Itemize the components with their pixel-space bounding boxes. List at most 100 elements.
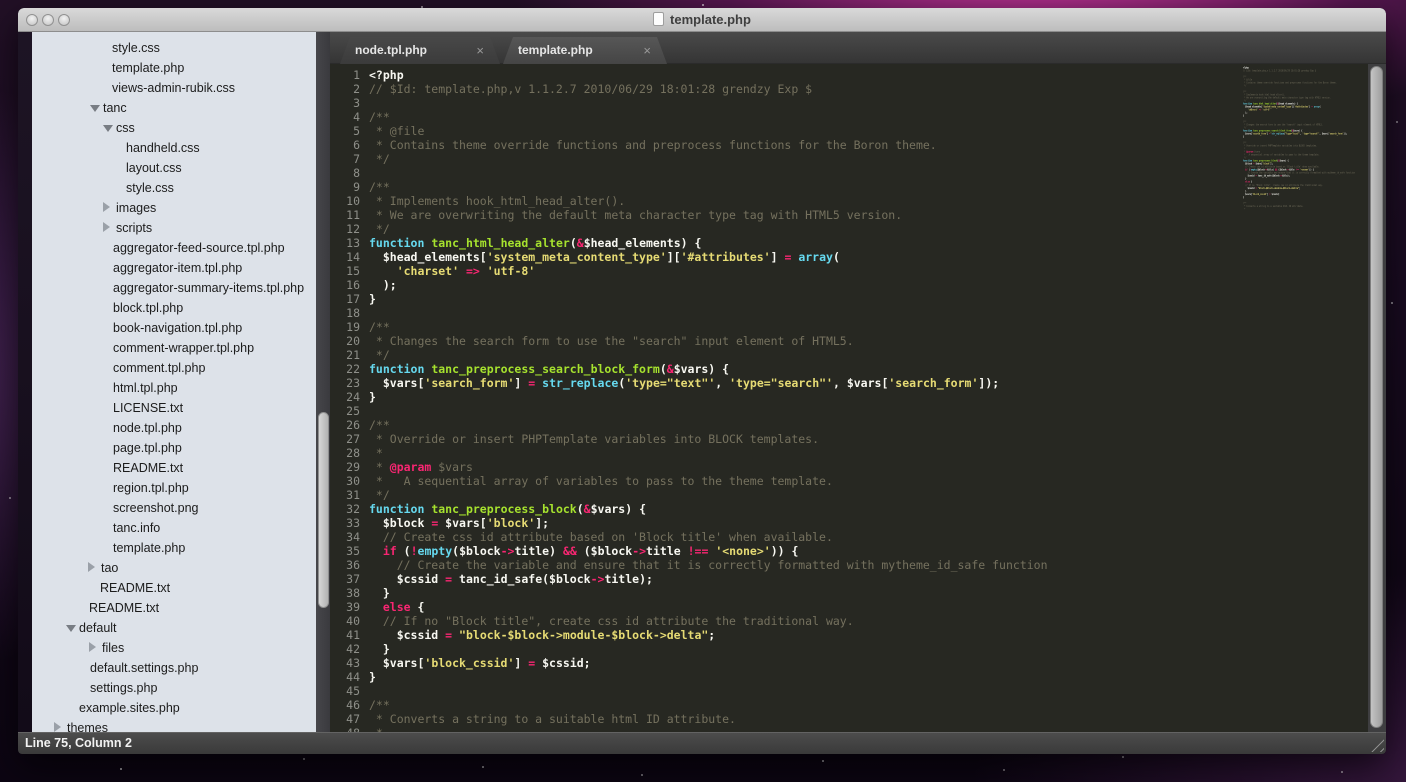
tab-close-icon[interactable]: × [643,37,651,64]
sidebar-item-label: README.txt [89,601,159,615]
sidebar-item-template-php[interactable]: template.php [32,538,316,558]
sidebar-item-aggregator-summary-items-tpl-php[interactable]: aggregator-summary-items.tpl.php [32,278,316,298]
code-line: 43 $vars['block_cssid'] = $cssid; [330,656,1048,670]
disclosure-open-icon[interactable] [90,105,100,112]
sidebar-item-scripts[interactable]: scripts [32,218,316,238]
line-number: 8 [330,166,360,180]
sidebar-item-label: comment.tpl.php [113,361,205,375]
sidebar-item-label: tanc [103,101,127,115]
sidebar-item-html-tpl-php[interactable]: html.tpl.php [32,378,316,398]
sidebar-item-views-admin-rubik-css[interactable]: views-admin-rubik.css [32,78,316,98]
line-number: 15 [330,264,360,278]
sidebar-item-style-css[interactable]: style.css [32,178,316,198]
status-bar: Line 75, Column 2 [18,732,1386,754]
line-number: 27 [330,432,360,446]
sidebar-item-css[interactable]: css [32,118,316,138]
line-number: 47 [330,712,360,726]
editor-scrollbar-thumb[interactable] [1370,66,1383,728]
tab-node-tpl-php[interactable]: node.tpl.php× [340,37,500,64]
window-left-gutter [18,32,32,732]
sidebar-item-tao[interactable]: tao [32,558,316,578]
disclosure-closed-icon[interactable] [89,642,96,652]
sidebar-item-label: files [102,641,124,655]
disclosure-closed-icon[interactable] [54,722,61,732]
line-number: 2 [330,82,360,96]
sidebar-item-label: book-navigation.tpl.php [113,321,242,335]
sidebar-item-readme-txt[interactable]: README.txt [32,598,316,618]
sidebar-item-label: template.php [112,61,184,75]
line-number: 46 [330,698,360,712]
code-line: 17} [330,292,1048,306]
code-line: 8 [330,166,1048,180]
sidebar-item-aggregator-feed-source-tpl-php[interactable]: aggregator-feed-source.tpl.php [32,238,316,258]
minimap[interactable]: <?php// $Id: template.php,v 1.1.2.7 2010… [1243,66,1368,726]
sidebar-item-aggregator-item-tpl-php[interactable]: aggregator-item.tpl.php [32,258,316,278]
disclosure-open-icon[interactable] [66,625,76,632]
resize-grip-icon[interactable] [1367,735,1384,752]
sidebar-item-style-css[interactable]: style.css [32,38,316,58]
sidebar-item-node-tpl-php[interactable]: node.tpl.php [32,418,316,438]
editor-scrollbar[interactable] [1368,64,1386,732]
sidebar-item-region-tpl-php[interactable]: region.tpl.php [32,478,316,498]
sidebar-item-images[interactable]: images [32,198,316,218]
sidebar-item-settings-php[interactable]: settings.php [32,678,316,698]
sidebar-item-readme-txt[interactable]: README.txt [32,578,316,598]
code-line: 34 // Create css id attribute based on '… [330,530,1048,544]
document-icon [653,12,664,26]
sidebar-item-handheld-css[interactable]: handheld.css [32,138,316,158]
sidebar-item-label: screenshot.png [113,501,198,515]
cursor-position-label: Line 75, Column 2 [25,736,132,750]
window-titlebar[interactable]: template.php [18,8,1386,32]
line-number: 29 [330,460,360,474]
sidebar-item-default-settings-php[interactable]: default.settings.php [32,658,316,678]
file-tree-sidebar[interactable]: style.css template.php views-admin-rubik.c… [32,32,316,732]
disclosure-closed-icon[interactable] [88,562,95,572]
tab-close-icon[interactable]: × [476,37,484,64]
sidebar-scrollbar[interactable] [316,32,330,732]
sidebar-item-example-sites-php[interactable]: example.sites.php [32,698,316,718]
line-number: 7 [330,152,360,166]
sidebar-item-readme-txt[interactable]: README.txt [32,458,316,478]
sidebar-item-label: template.php [113,541,185,555]
disclosure-closed-icon[interactable] [103,222,110,232]
code-line: 32function tanc_preprocess_block(&$vars)… [330,502,1048,516]
sidebar-item-files[interactable]: files [32,638,316,658]
sidebar-item-page-tpl-php[interactable]: page.tpl.php [32,438,316,458]
code-line: 15 'charset' => 'utf-8' [330,264,1048,278]
editor-pane: node.tpl.php×template.php× 1<?php2// $Id… [330,32,1386,732]
sidebar-item-label: style.css [126,181,174,195]
sidebar-item-themes[interactable]: themes [32,718,316,732]
sidebar-item-screenshot-png[interactable]: screenshot.png [32,498,316,518]
sidebar-item-comment-tpl-php[interactable]: comment.tpl.php [32,358,316,378]
sidebar-item-label: LICENSE.txt [113,401,183,415]
code-line: 28 * [330,446,1048,460]
code-line: 2// $Id: template.php,v 1.1.2.7 2010/06/… [330,82,1048,96]
line-number: 17 [330,292,360,306]
disclosure-closed-icon[interactable] [103,202,110,212]
code-line: 16 ); [330,278,1048,292]
sidebar-item-tanc[interactable]: tanc [32,98,316,118]
line-number: 11 [330,208,360,222]
code-line: 10 * Implements hook_html_head_alter(). [330,194,1048,208]
code-line: 40 // If no "Block title", create css id… [330,614,1048,628]
tab-template-php[interactable]: template.php× [503,37,667,64]
sidebar-item-tanc-info[interactable]: tanc.info [32,518,316,538]
line-number: 44 [330,670,360,684]
code-line: 7 */ [330,152,1048,166]
sidebar-item-default[interactable]: default [32,618,316,638]
line-number: 14 [330,250,360,264]
code-area[interactable]: 1<?php2// $Id: template.php,v 1.1.2.7 20… [330,64,1386,732]
sidebar-item-template-php[interactable]: template.php [32,58,316,78]
sidebar-item-block-tpl-php[interactable]: block.tpl.php [32,298,316,318]
sidebar-item-license-txt[interactable]: LICENSE.txt [32,398,316,418]
sidebar-item-label: page.tpl.php [113,441,182,455]
sidebar-scrollbar-thumb[interactable] [318,412,329,608]
sidebar-item-label: css [116,121,135,135]
line-number: 16 [330,278,360,292]
sidebar-item-book-navigation-tpl-php[interactable]: book-navigation.tpl.php [32,318,316,338]
code-line: 42 } [330,642,1048,656]
code-lines: 1<?php2// $Id: template.php,v 1.1.2.7 20… [330,68,1048,732]
disclosure-open-icon[interactable] [103,125,113,132]
sidebar-item-comment-wrapper-tpl-php[interactable]: comment-wrapper.tpl.php [32,338,316,358]
sidebar-item-layout-css[interactable]: layout.css [32,158,316,178]
